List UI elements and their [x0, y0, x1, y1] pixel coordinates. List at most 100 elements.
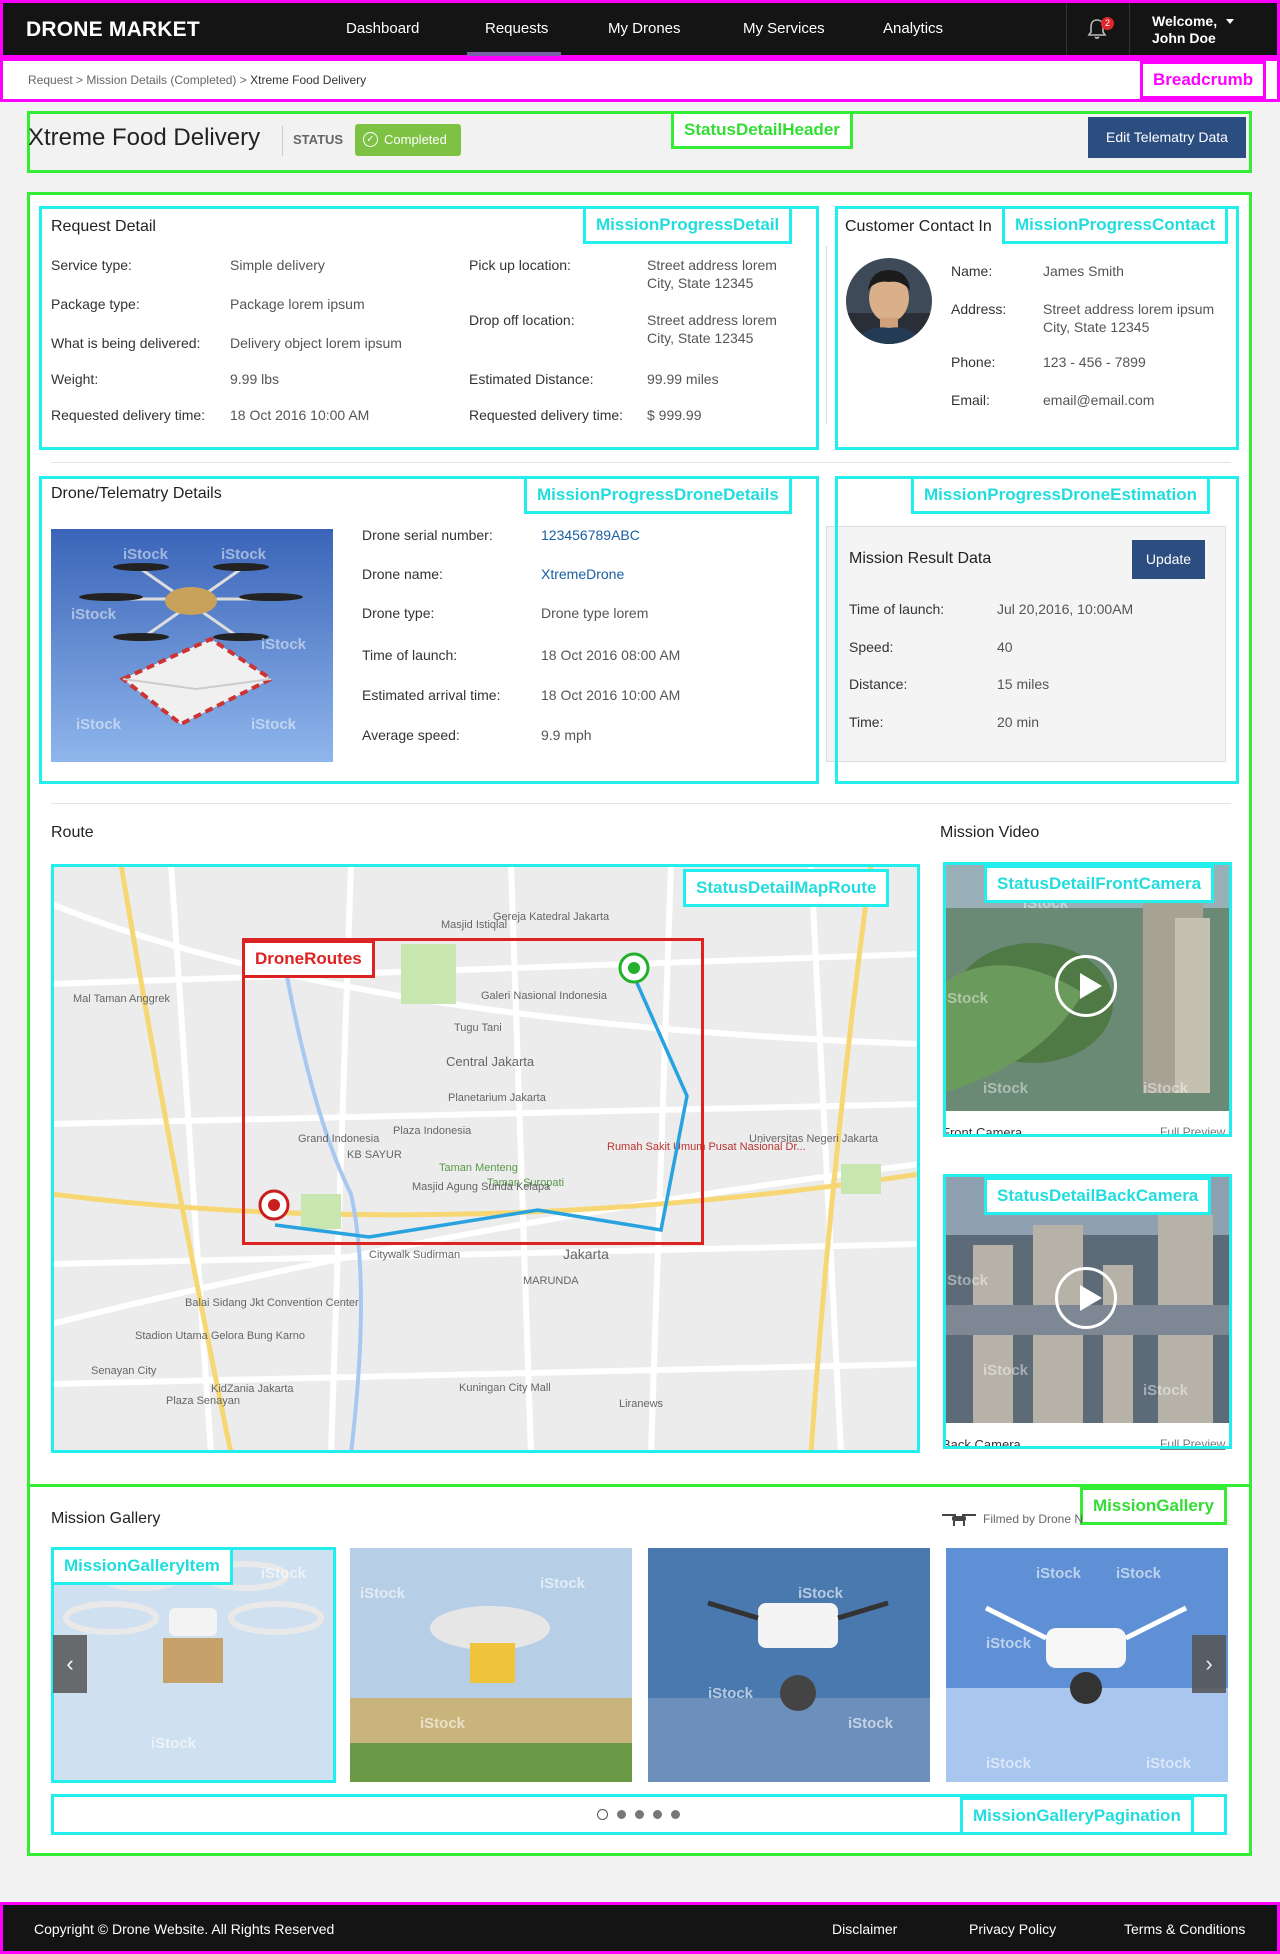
footer-link-privacy[interactable]: Privacy Policy	[969, 1921, 1056, 1937]
pagination-dot-active[interactable]	[597, 1809, 608, 1820]
drone-routes-box	[242, 938, 704, 1245]
svg-text:iStock: iStock	[798, 1585, 844, 1602]
field-label: Drone name:	[362, 566, 443, 582]
field-value: Simple delivery	[230, 257, 325, 273]
field-label: Average speed:	[362, 727, 460, 743]
user-menu[interactable]: Welcome, John Doe	[1152, 13, 1234, 47]
svg-text:iStock: iStock	[420, 1715, 466, 1732]
check-circle-icon: ✓	[363, 132, 378, 147]
nav-item-my-drones[interactable]: My Drones	[608, 20, 681, 37]
filmed-by-text: Filmed by Drone N	[983, 1512, 1084, 1526]
annotation-drone-details: MissionProgressDroneDetails	[524, 476, 792, 514]
edit-telemetry-button[interactable]: Edit Telematry Data	[1088, 117, 1246, 158]
field-label: Package type:	[51, 296, 140, 312]
field-label: Requested delivery time:	[51, 407, 206, 423]
divider	[51, 803, 1231, 804]
page-title: Xtreme Food Delivery	[28, 124, 261, 151]
field-label: Distance:	[849, 676, 908, 692]
gallery-next-button[interactable]: ›	[1192, 1635, 1226, 1693]
field-label: What is being delivered:	[51, 335, 201, 351]
welcome-text: Welcome,	[1152, 13, 1218, 29]
status-badge: ✓ Completed	[355, 124, 461, 156]
pagination-dot[interactable]	[635, 1810, 644, 1819]
svg-text:iStock: iStock	[1036, 1565, 1082, 1582]
route-title: Route	[51, 824, 94, 841]
status-detail-back-camera	[943, 1174, 1232, 1449]
annotation-drone-routes: DroneRoutes	[242, 940, 375, 978]
field-value: Drone type lorem	[541, 605, 649, 621]
field-value: 99.99 miles	[647, 371, 719, 387]
pagination-dot[interactable]	[671, 1810, 680, 1819]
field-label: Weight:	[51, 371, 99, 387]
annotation-drone-estimation: MissionProgressDroneEstimation	[911, 476, 1211, 514]
active-nav-indicator	[467, 52, 561, 56]
status-detail-front-camera	[943, 862, 1232, 1137]
svg-text:iStock: iStock	[123, 546, 169, 563]
field-label: Pick up location:	[469, 257, 571, 273]
breadcrumb-current: Xtreme Food Delivery	[250, 73, 367, 87]
mission-progress-drone-estimation	[835, 476, 1239, 784]
customer-address: Street address lorem ipsum	[1043, 301, 1215, 317]
brand-logo[interactable]: DRONE MARKET	[26, 18, 200, 42]
drone-name-link[interactable]: XtremeDrone	[541, 565, 624, 583]
field-label: Drone serial number:	[362, 527, 493, 543]
field-label: Time:	[849, 714, 884, 730]
svg-text:iStock: iStock	[986, 1635, 1032, 1652]
field-value: Street address lorem	[647, 312, 777, 328]
breadcrumb-path[interactable]: Request > Mission Details (Completed) >	[28, 73, 247, 87]
status-text: Completed	[384, 132, 447, 147]
notification-badge: 2	[1101, 17, 1114, 30]
divider	[51, 462, 1231, 463]
svg-text:iStock: iStock	[986, 1755, 1032, 1772]
field-value: 9.9 mph	[541, 727, 592, 743]
field-label: Name:	[951, 263, 993, 279]
annotation-breadcrumb: Breadcrumb	[1140, 61, 1267, 99]
field-value: City, State 12345	[647, 275, 754, 291]
field-value: Package lorem ipsum	[230, 296, 365, 312]
field-value: 18 Oct 2016 08:00 AM	[541, 647, 681, 663]
annotation-gallery: MissionGallery	[1080, 1487, 1227, 1525]
field-label: Service type:	[51, 257, 132, 273]
svg-text:iStock: iStock	[1146, 1755, 1192, 1772]
field-value: 40	[997, 639, 1013, 655]
notification-button[interactable]: 2	[1066, 3, 1130, 55]
customer-avatar	[846, 258, 932, 344]
nav-item-dashboard[interactable]: Dashboard	[346, 20, 419, 37]
svg-text:iStock: iStock	[251, 716, 297, 733]
footer-link-disclaimer[interactable]: Disclaimer	[832, 1921, 897, 1937]
gallery-image[interactable]: iStock iStock iStock	[350, 1548, 632, 1782]
result-title: Mission Result Data	[849, 550, 992, 567]
annotation-gallery-pagination: MissionGalleryPagination	[960, 1797, 1194, 1835]
footer-link-terms[interactable]: Terms & Conditions	[1124, 1921, 1245, 1937]
field-value: 18 Oct 2016 10:00 AM	[541, 687, 681, 703]
field-value: Jul 20,2016, 10:00AM	[997, 601, 1134, 617]
annotation-front-camera: StatusDetailFrontCamera	[984, 865, 1215, 903]
svg-text:iStock: iStock	[848, 1715, 894, 1732]
field-label: Email:	[951, 392, 990, 408]
customer-phone: 123 - 456 - 7899	[1043, 354, 1146, 370]
field-value: City, State 12345	[647, 330, 754, 346]
field-label: Estimated arrival time:	[362, 687, 501, 703]
svg-text:iStock: iStock	[71, 606, 117, 623]
drone-icon	[942, 1514, 976, 1526]
gallery-image[interactable]: iStock iStock iStock iStock iStock	[946, 1548, 1228, 1782]
svg-text:iStock: iStock	[1116, 1565, 1162, 1582]
gallery-prev-button[interactable]: ‹	[53, 1635, 87, 1693]
field-value: 15 miles	[997, 676, 1050, 692]
annotation-status-header: StatusDetailHeader	[671, 111, 853, 149]
pagination-dot[interactable]	[653, 1810, 662, 1819]
gallery-image[interactable]: iStock iStock iStock	[648, 1548, 930, 1782]
update-button[interactable]: Update	[1132, 540, 1205, 579]
customer-address: City, State 12345	[1043, 319, 1150, 335]
nav-item-my-services[interactable]: My Services	[743, 20, 825, 37]
field-label: Requested delivery time:	[469, 407, 624, 423]
drone-serial-link[interactable]: 123456789ABC	[541, 526, 640, 544]
drone-image: iStock iStock iStock iStock iStock iStock	[51, 529, 333, 762]
pagination-dot[interactable]	[617, 1810, 626, 1819]
request-detail-title: Request Detail	[51, 218, 156, 235]
nav-item-requests[interactable]: Requests	[485, 20, 548, 37]
mission-video-title: Mission Video	[940, 824, 1040, 841]
field-value: 18 Oct 2016 10:00 AM	[230, 407, 370, 423]
divider	[282, 126, 283, 156]
nav-item-analytics[interactable]: Analytics	[883, 20, 943, 37]
